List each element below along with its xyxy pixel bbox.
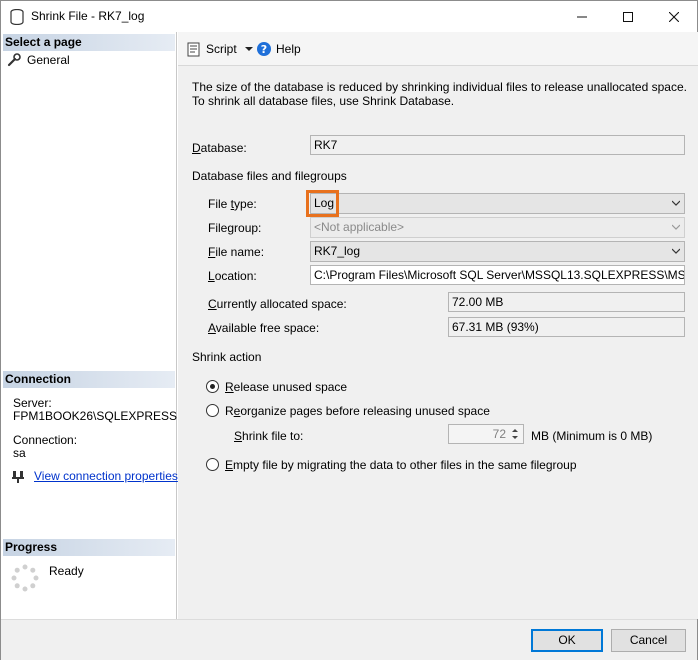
files-group-header: Database files and filegroups: [192, 169, 347, 183]
connection-label: Connection:: [13, 433, 78, 447]
reorganize-label: Reorganize pages before releasing unused…: [225, 404, 490, 418]
release-unused-radio[interactable]: [206, 380, 219, 393]
file-name-value: RK7_log: [314, 244, 361, 258]
script-label: Script: [206, 42, 237, 56]
shrink-file-dialog: Shrink File - RK7_log Select a page Gene…: [0, 0, 698, 660]
chevron-down-icon: [672, 224, 680, 230]
minimize-button[interactable]: [559, 1, 605, 32]
file-type-highlight: [306, 190, 339, 217]
file-type-select[interactable]: Log: [310, 193, 685, 214]
help-label: Help: [276, 42, 301, 56]
location-label: Location:: [208, 269, 257, 283]
dropdown-arrow-icon: [244, 47, 253, 51]
filegroup-value: <Not applicable>: [314, 220, 405, 234]
help-icon: ?: [257, 42, 271, 56]
general-page-content: The size of the database is reduced by s…: [178, 67, 698, 619]
button-bar: OK Cancel: [1, 619, 697, 660]
stepper-arrows-icon[interactable]: [509, 426, 521, 442]
maximize-button[interactable]: [605, 1, 651, 32]
database-label: Database:: [192, 141, 247, 155]
allocated-field: 72.00 MB: [448, 292, 685, 312]
svg-text:?: ?: [261, 43, 267, 56]
file-name-select[interactable]: RK7_log: [310, 241, 685, 262]
window-title: Shrink File - RK7_log: [31, 9, 145, 23]
connection-header: Connection: [3, 371, 175, 388]
connection-value: sa: [13, 446, 26, 460]
allocated-label: Currently allocated space:: [208, 297, 347, 311]
progress-header: Progress: [3, 539, 175, 556]
help-button[interactable]: ? Help: [256, 40, 301, 58]
close-icon: [669, 11, 679, 22]
maximize-icon: [623, 11, 633, 22]
server-label: Server:: [13, 396, 52, 410]
left-pane: Select a page General Connection Server:…: [1, 32, 178, 619]
shrink-to-label: Shrink file to:: [234, 429, 304, 443]
page-item-label: General: [27, 53, 70, 67]
script-button[interactable]: Script: [186, 40, 255, 58]
reorganize-radio[interactable]: [206, 404, 219, 417]
shrink-action-header: Shrink action: [192, 350, 262, 364]
description-text: The size of the database is reduced by s…: [192, 80, 687, 108]
location-field[interactable]: C:\Program Files\Microsoft SQL Server\MS…: [310, 265, 685, 285]
free-space-label: Available free space:: [208, 321, 320, 335]
select-page-header: Select a page: [3, 34, 175, 51]
release-unused-label: Release unused space: [225, 380, 348, 394]
toolbar: Script ? Help: [178, 32, 698, 66]
free-space-field: 67.31 MB (93%): [448, 317, 685, 337]
minimize-icon: [577, 16, 587, 17]
progress-status: Ready: [49, 564, 84, 578]
shrink-to-value: 72: [492, 427, 506, 441]
connection-properties-icon: [12, 471, 24, 483]
server-value: FPM1BOOK26\SQLEXPRESS: [13, 409, 178, 423]
cancel-button[interactable]: Cancel: [611, 629, 686, 652]
script-icon: [187, 42, 200, 57]
title-bar: Shrink File - RK7_log: [1, 1, 697, 32]
database-field: RK7: [310, 135, 685, 155]
ok-button[interactable]: OK: [531, 629, 603, 652]
shrink-to-unit: MB (Minimum is 0 MB): [531, 429, 653, 443]
chevron-down-icon: [672, 248, 680, 254]
filegroup-select[interactable]: <Not applicable>: [310, 217, 685, 238]
empty-file-radio[interactable]: [206, 458, 219, 471]
file-name-label: File name:: [208, 245, 265, 259]
file-type-label: File type:: [208, 197, 257, 211]
chevron-down-icon: [672, 200, 680, 206]
wrench-icon: [7, 53, 21, 67]
view-connection-properties-link[interactable]: View connection properties: [34, 469, 178, 483]
progress-spinner-icon: [11, 564, 39, 592]
close-button[interactable]: [651, 1, 697, 32]
page-item-general[interactable]: General: [7, 52, 70, 68]
filegroup-label: Filegroup:: [208, 221, 262, 235]
empty-file-label: Empty file by migrating the data to othe…: [225, 458, 577, 472]
database-icon: [10, 9, 24, 25]
